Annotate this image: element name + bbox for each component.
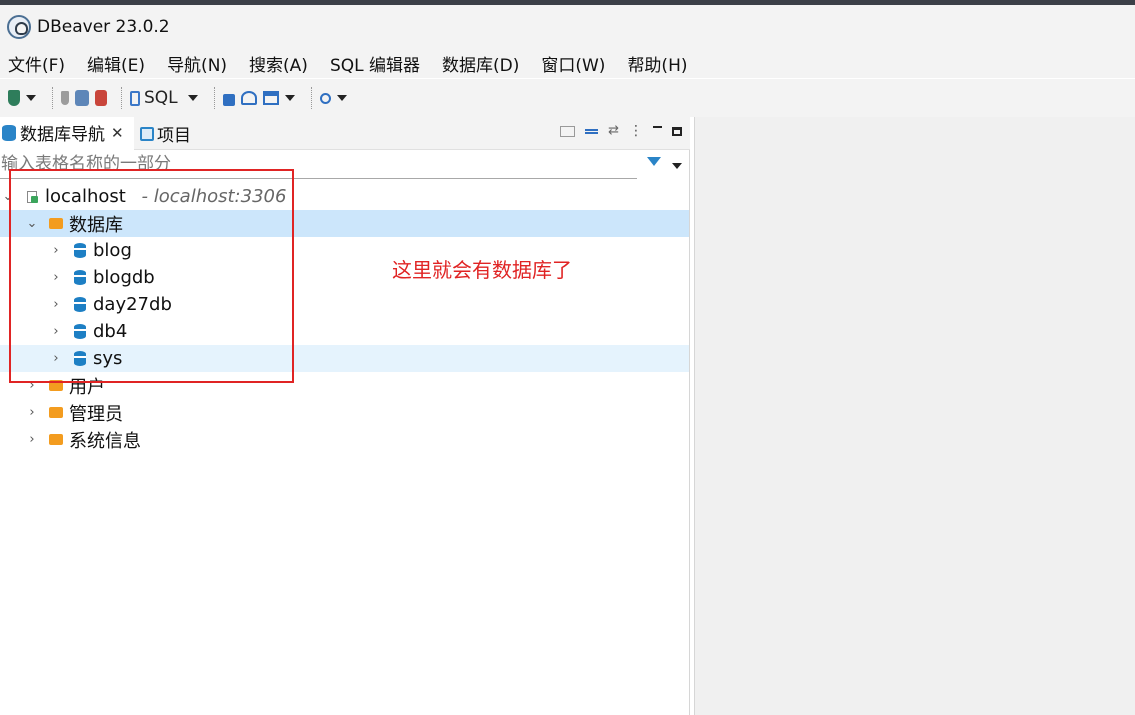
link-with-editor-icon[interactable]: ⇄ xyxy=(608,124,619,137)
admin-folder-label: 管理员 xyxy=(69,403,123,425)
sql-dropdown-icon[interactable] xyxy=(187,95,198,101)
tab-database-navigator-label: 数据库导航 xyxy=(20,125,105,145)
editor-area xyxy=(694,117,1135,715)
navigator-tab-bar: 数据库导航 ✕ 项目 ⇄ ⋮ xyxy=(0,117,690,150)
menu-navigate[interactable]: 导航(N) xyxy=(167,51,227,76)
sql-editor-button[interactable]: SQL xyxy=(144,88,178,108)
toolbar-separator xyxy=(121,87,122,109)
tree-item-admin-folder[interactable]: › 管理员 xyxy=(0,399,689,426)
title-bar: DBeaver 23.0.2 xyxy=(0,5,1135,48)
view-menu-icon[interactable]: ⋮ xyxy=(629,124,643,138)
filter-dropdown-icon[interactable] xyxy=(672,163,682,169)
network-dropdown-icon[interactable] xyxy=(284,95,295,101)
search-icon[interactable] xyxy=(319,92,331,104)
collapse-all-icon[interactable] xyxy=(585,128,599,134)
toolbar-separator xyxy=(310,87,312,109)
menu-database[interactable]: 数据库(D) xyxy=(442,51,519,76)
tab-projects-label: 项目 xyxy=(157,126,191,146)
maximize-icon[interactable] xyxy=(672,126,682,136)
menu-help[interactable]: 帮助(H) xyxy=(627,51,687,76)
expand-chevron-icon[interactable]: › xyxy=(26,432,38,447)
connect-icon[interactable] xyxy=(61,91,69,105)
sql-editor-icon[interactable] xyxy=(130,90,140,106)
toolbar-separator xyxy=(52,87,53,109)
menu-window[interactable]: 窗口(W) xyxy=(541,51,605,76)
expand-chevron-icon[interactable]: › xyxy=(26,405,38,420)
filter-icon[interactable] xyxy=(647,157,661,169)
reconnect-icon[interactable] xyxy=(75,90,89,106)
menu-edit[interactable]: 编辑(E) xyxy=(87,51,145,76)
menu-file[interactable]: 文件(F) xyxy=(8,51,65,76)
admin-folder-icon xyxy=(49,407,63,418)
minimize-icon[interactable] xyxy=(653,126,662,128)
search-dropdown-icon[interactable] xyxy=(336,95,347,101)
project-icon xyxy=(140,126,154,141)
annotation-highlight-box xyxy=(9,169,294,383)
system-info-folder-label: 系统信息 xyxy=(69,430,141,452)
dashboard-icon[interactable] xyxy=(240,91,257,105)
toolbar-separator xyxy=(213,87,215,109)
tab-projects[interactable]: 项目 xyxy=(140,117,191,150)
dbeaver-logo-icon xyxy=(7,14,31,39)
database-navigator-icon xyxy=(2,124,16,141)
new-connection-icon[interactable] xyxy=(8,90,20,106)
network-icon[interactable] xyxy=(262,91,279,105)
menu-search[interactable]: 搜索(A) xyxy=(249,51,308,76)
disconnect-icon[interactable] xyxy=(95,90,107,106)
view-toolbar: ⇄ ⋮ xyxy=(550,117,682,145)
new-folder-icon[interactable] xyxy=(560,125,576,137)
new-connection-dropdown-icon[interactable] xyxy=(26,95,36,101)
tree-item-system-info-folder[interactable]: › 系统信息 xyxy=(0,426,689,453)
main-toolbar: SQL xyxy=(0,79,1135,117)
lock-icon[interactable] xyxy=(222,94,235,106)
system-info-folder-icon xyxy=(49,434,63,445)
menu-sql-editor[interactable]: SQL 编辑器 xyxy=(330,51,420,76)
window-title: DBeaver 23.0.2 xyxy=(37,16,170,37)
annotation-text: 这里就会有数据库了 xyxy=(392,258,572,282)
close-icon[interactable]: ✕ xyxy=(111,124,124,142)
menu-bar: 文件(F) 编辑(E) 导航(N) 搜索(A) SQL 编辑器 数据库(D) 窗… xyxy=(0,48,1135,78)
tab-database-navigator[interactable]: 数据库导航 ✕ xyxy=(0,117,134,150)
